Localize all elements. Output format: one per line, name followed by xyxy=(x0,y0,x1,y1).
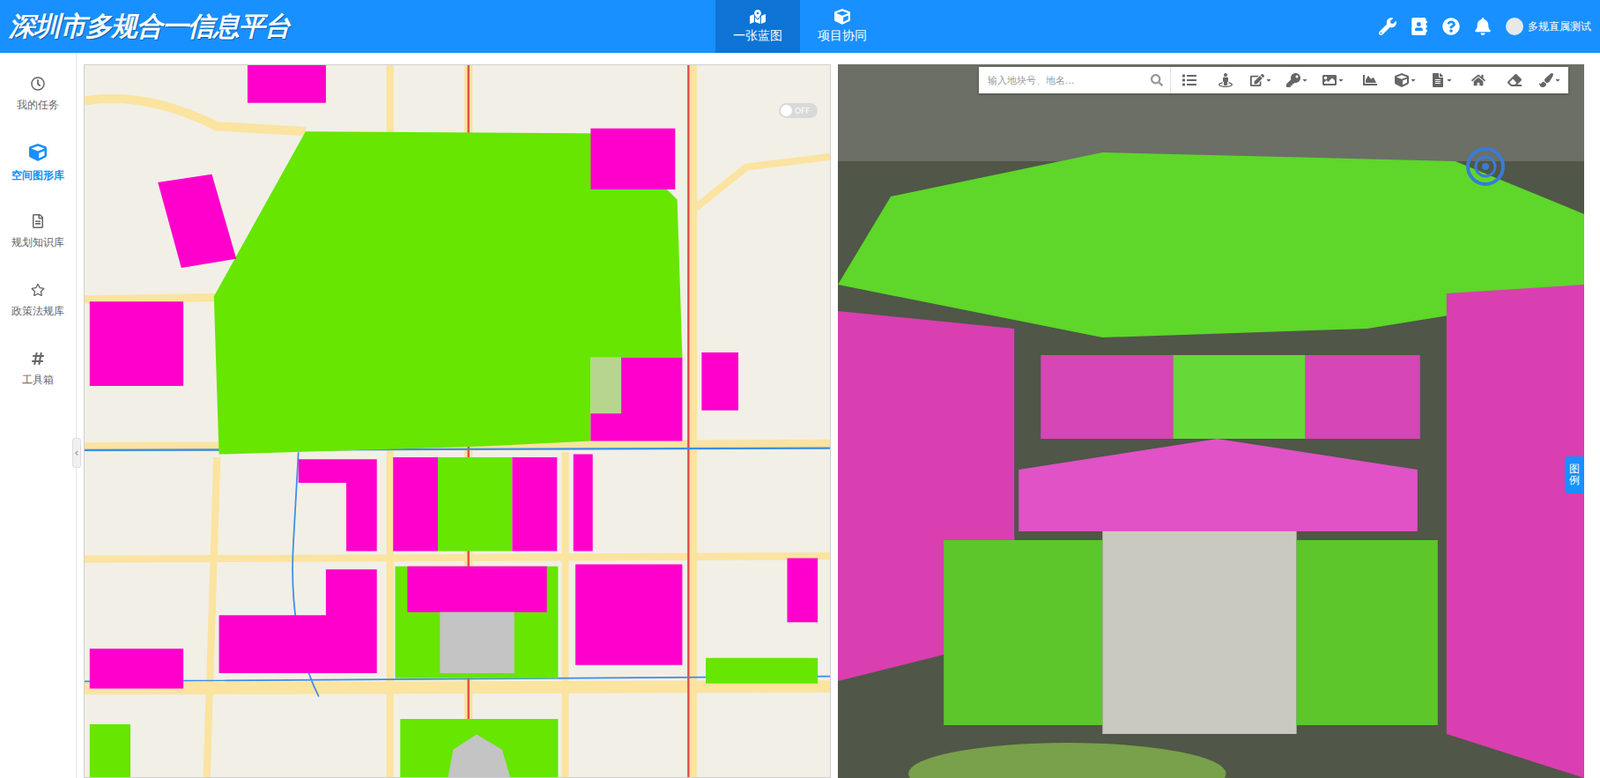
land-parcel[interactable] xyxy=(298,459,378,551)
bell-icon[interactable] xyxy=(1474,17,1492,36)
sidebar-item-icon xyxy=(30,214,45,229)
map-icon xyxy=(749,8,766,25)
header: 深圳市多规合一信息平台一张蓝图项目协同 多规直属测试 xyxy=(0,0,1600,53)
tool-button[interactable] xyxy=(1532,66,1569,94)
tool-button[interactable] xyxy=(1423,66,1460,94)
toggle-knob xyxy=(780,104,793,117)
cube-icon xyxy=(834,8,851,25)
sidebar-item-icon xyxy=(30,282,45,297)
sidebar-item-icon xyxy=(30,76,45,91)
map-3d[interactable]: 图例 xyxy=(837,64,1585,778)
land-parcel[interactable] xyxy=(590,357,622,415)
tool-icon xyxy=(1322,73,1337,88)
tool-icon xyxy=(1286,73,1301,88)
help-icon[interactable] xyxy=(1442,17,1460,36)
land-parcel[interactable] xyxy=(701,352,739,411)
caret-icon xyxy=(1445,76,1453,84)
map-canvas[interactable] xyxy=(84,65,830,778)
land-parcel[interactable] xyxy=(786,557,818,623)
land-parcel[interactable] xyxy=(89,724,131,778)
sidebar-item-icon xyxy=(30,351,45,366)
nav-tab[interactable]: 一张蓝图 xyxy=(715,0,800,53)
layer-toggle[interactable]: OFF xyxy=(778,103,818,119)
land-parcel[interactable] xyxy=(511,457,557,551)
scene-view[interactable] xyxy=(837,64,1585,778)
land-parcel[interactable] xyxy=(89,648,184,689)
sidebar-item[interactable]: 我的任务 xyxy=(0,59,76,129)
land-parcel[interactable] xyxy=(395,566,559,679)
page: 深圳市多规合一信息平台一张蓝图项目协同 多规直属测试我的任务空间图形库规划知识库政… xyxy=(0,0,1600,778)
land-parcel[interactable] xyxy=(247,65,326,104)
land-parcel[interactable] xyxy=(400,718,558,778)
metro-line xyxy=(84,451,830,697)
land-parcel[interactable] xyxy=(590,128,675,190)
list-icon xyxy=(1182,73,1197,88)
tool-button[interactable] xyxy=(1315,66,1352,94)
tool-button[interactable] xyxy=(1496,66,1533,94)
sidebar: 我的任务空间图形库规划知识库政策法规库工具箱‹ xyxy=(0,52,77,778)
tool-button[interactable] xyxy=(1170,66,1208,94)
location-target-icon[interactable] xyxy=(1466,147,1505,186)
caret-icon xyxy=(1409,76,1417,84)
user-menu[interactable]: 多规直属测试 xyxy=(1505,17,1592,36)
search-icon[interactable] xyxy=(1150,74,1163,87)
sidebar-item[interactable]: 工具箱 xyxy=(0,334,76,404)
search-box xyxy=(978,66,1171,94)
nav-tab[interactable]: 项目协同 xyxy=(800,0,885,53)
app-title: 深圳市多规合一信息平台 xyxy=(0,0,716,53)
caret-icon xyxy=(1265,76,1273,84)
caret-icon xyxy=(1301,76,1309,84)
tool-icon xyxy=(1507,73,1522,88)
content: OFF 图例 xyxy=(76,52,1600,778)
sidebar-item-icon xyxy=(29,143,47,162)
tool-icon xyxy=(1218,73,1233,88)
tool-button[interactable] xyxy=(1243,66,1280,94)
land-parcel[interactable] xyxy=(157,174,237,268)
land-parcel[interactable] xyxy=(573,454,593,552)
header-actions: 多规直属测试 xyxy=(884,0,1600,53)
map-2d[interactable]: OFF xyxy=(83,64,831,778)
land-parcel[interactable] xyxy=(392,457,438,551)
caret-icon xyxy=(1554,76,1562,84)
main: 我的任务空间图形库规划知识库政策法规库工具箱‹OFF图例 xyxy=(0,52,1600,778)
contact-icon[interactable] xyxy=(1410,17,1429,36)
tool-button[interactable] xyxy=(1207,66,1244,94)
sidebar-item[interactable]: 规划知识库 xyxy=(0,197,76,267)
sidebar-item[interactable]: 政策法规库 xyxy=(0,266,76,335)
land-parcel[interactable] xyxy=(219,569,378,674)
roads xyxy=(84,65,830,778)
tool-icon xyxy=(1471,73,1486,88)
tool-button[interactable] xyxy=(1387,66,1424,94)
tool-icon xyxy=(1362,73,1378,88)
land-parcel[interactable] xyxy=(437,457,512,551)
land-parcel[interactable] xyxy=(448,733,512,778)
collapse-button[interactable]: ‹ xyxy=(72,437,82,468)
tool-icon xyxy=(1430,73,1445,88)
tool-button[interactable] xyxy=(1459,66,1497,94)
tool-icon xyxy=(1250,73,1265,88)
tool-button[interactable] xyxy=(1351,66,1388,94)
tool-icon xyxy=(1539,73,1554,88)
search-input[interactable] xyxy=(985,74,1146,88)
land-parcel[interactable] xyxy=(89,301,184,386)
nav-tabs: 一张蓝图项目协同 xyxy=(715,0,885,53)
wrench-icon[interactable] xyxy=(1378,17,1397,36)
land-parcel[interactable] xyxy=(705,658,818,684)
land-parcel[interactable] xyxy=(590,357,682,442)
avatar-icon xyxy=(1505,17,1524,36)
metro-line xyxy=(84,448,830,451)
caret-icon xyxy=(1337,76,1345,84)
scene-toolbar xyxy=(978,66,1569,94)
sidebar-item[interactable]: 空间图形库 xyxy=(0,128,76,198)
land-parcel[interactable] xyxy=(439,612,514,674)
land-parcel[interactable] xyxy=(575,563,682,665)
legend-tab[interactable]: 图例 xyxy=(1564,456,1585,494)
tool-icon xyxy=(1394,73,1409,88)
land-parcel[interactable] xyxy=(407,566,547,613)
tool-button[interactable] xyxy=(1279,66,1316,94)
